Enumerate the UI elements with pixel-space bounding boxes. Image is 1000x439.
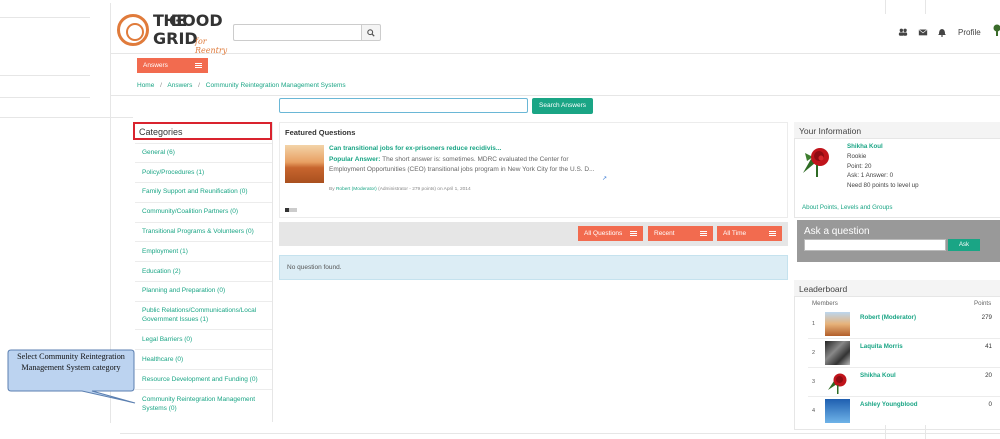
featured-meta: By Robert (Moderator) (Administrator - 2… xyxy=(329,187,471,192)
category-employment[interactable]: Employment (1) xyxy=(142,247,267,256)
all-questions-dropdown[interactable]: All Questions xyxy=(578,226,643,241)
logo-word-grid: GRID xyxy=(153,29,198,48)
callout-text: Select Community Reintegration Managemen… xyxy=(17,352,125,372)
category-general[interactable]: General (6) xyxy=(142,148,267,157)
ask-question-input[interactable] xyxy=(804,239,946,251)
leader-avatar[interactable] xyxy=(825,341,850,365)
list-icon xyxy=(630,231,637,236)
recent-label: Recent xyxy=(654,230,675,237)
leader-avatar[interactable] xyxy=(825,399,850,423)
popular-answer-label: Popular Answer: xyxy=(329,156,381,163)
user-points: Point: 20 xyxy=(847,163,872,170)
recent-dropdown[interactable]: Recent xyxy=(648,226,713,241)
breadcrumb-separator: / xyxy=(160,82,162,89)
share-icon[interactable]: ↗︎ xyxy=(602,175,607,182)
breadcrumb-separator: / xyxy=(198,82,200,89)
breadcrumb: Home / Answers / Community Reintegration… xyxy=(137,82,346,89)
categories-panel: Categories General (6) Policy/Procedures… xyxy=(133,122,273,422)
all-questions-label: All Questions xyxy=(584,230,623,237)
meta-details: (Administrator - 279 points) on April 1,… xyxy=(378,187,471,192)
leader-name-link[interactable]: Laquita Morris xyxy=(860,343,903,350)
category-community-coalition[interactable]: Community/Coalition Partners (0) xyxy=(142,207,267,216)
answers-menu-label: Answers xyxy=(143,62,168,69)
breadcrumb-current[interactable]: Community Reintegration Management Syste… xyxy=(206,82,346,89)
popular-answer: Popular Answer: The short answer is: som… xyxy=(329,155,599,175)
category-planning-preparation[interactable]: Planning and Preparation (0) xyxy=(142,286,267,295)
meta-prefix: By xyxy=(329,187,335,192)
instruction-callout: Select Community Reintegration Managemen… xyxy=(7,349,136,404)
leader-points: 41 xyxy=(985,343,992,350)
logo-word-good: GOOD xyxy=(169,11,223,30)
breadcrumb-home[interactable]: Home xyxy=(137,82,154,89)
logo-mark-icon xyxy=(117,14,149,46)
user-name-link[interactable]: Shikha Koul xyxy=(847,143,883,150)
leader-rank: 1 xyxy=(812,321,816,327)
category-healthcare[interactable]: Healthcare (0) xyxy=(142,355,267,364)
answers-menu-button[interactable]: Answers xyxy=(137,58,208,73)
search-icon xyxy=(367,28,375,37)
category-transitional-programs[interactable]: Transitional Programs & Volunteers (0) xyxy=(142,227,267,236)
search-answers-button[interactable]: Search Answers xyxy=(532,98,593,114)
user-next-level: Need 80 points to level up xyxy=(847,182,919,189)
category-legal-barriers[interactable]: Legal Barriers (0) xyxy=(142,335,267,344)
category-community-reintegration[interactable]: Community Reintegration Management Syste… xyxy=(142,395,267,413)
carousel-pager[interactable] xyxy=(285,208,297,212)
category-resource-development[interactable]: Resource Development and Funding (0) xyxy=(142,375,267,384)
bell-icon[interactable] xyxy=(937,27,947,37)
all-time-label: All Time xyxy=(723,230,747,237)
ask-button[interactable]: Ask xyxy=(948,239,980,251)
members-column-header: Members xyxy=(812,300,838,307)
category-family-support[interactable]: Family Support and Reunification (0) xyxy=(142,187,267,196)
avatar[interactable] xyxy=(992,24,1000,36)
list-icon xyxy=(769,231,776,236)
header-search-input[interactable] xyxy=(233,24,361,41)
user-ask-answer: Ask: 1 Answer: 0 xyxy=(847,172,894,179)
all-time-dropdown[interactable]: All Time xyxy=(717,226,782,241)
featured-heading: Featured Questions xyxy=(285,128,356,137)
list-icon xyxy=(195,63,202,68)
leader-rank: 2 xyxy=(812,350,816,356)
your-information-heading: Your Information xyxy=(794,122,1000,139)
category-policy-procedures[interactable]: Policy/Procedures (1) xyxy=(142,168,267,177)
leaderboard-heading: Leaderboard xyxy=(794,280,1000,297)
header-search-button[interactable] xyxy=(361,24,381,41)
leader-name-link[interactable]: Ashley Youngblood xyxy=(860,401,918,408)
list-icon xyxy=(700,231,707,236)
category-education[interactable]: Education (2) xyxy=(142,267,267,276)
users-icon[interactable] xyxy=(898,27,908,37)
leader-rank: 4 xyxy=(812,408,816,414)
leader-avatar[interactable] xyxy=(825,370,850,394)
leader-name-link[interactable]: Shikha Koul xyxy=(860,372,896,379)
leader-points: 279 xyxy=(981,314,992,321)
envelope-icon[interactable] xyxy=(918,27,928,37)
category-public-relations[interactable]: Public Relations/Communications/Local Go… xyxy=(142,306,267,324)
leader-rank: 3 xyxy=(812,379,816,385)
site-logo[interactable]: THE GOOD GRID for Reentry xyxy=(117,10,227,55)
about-points-link[interactable]: About Points, Levels and Groups xyxy=(802,204,892,211)
leader-points: 0 xyxy=(988,401,992,408)
profile-link[interactable]: Profile xyxy=(958,28,981,37)
user-rank: Rookie xyxy=(847,153,867,160)
points-column-header: Points xyxy=(974,300,992,307)
ask-question-heading: Ask a question xyxy=(804,226,870,237)
featured-thumbnail[interactable] xyxy=(285,145,324,183)
categories-heading: Categories xyxy=(133,122,272,140)
leader-points: 20 xyxy=(985,372,992,379)
meta-author-link[interactable]: Robert (Moderator) xyxy=(336,187,377,192)
logo-tagline: for Reentry xyxy=(195,37,228,55)
breadcrumb-answers[interactable]: Answers xyxy=(167,82,192,89)
question-search-input[interactable] xyxy=(279,98,528,113)
user-avatar xyxy=(803,148,829,177)
empty-state-message: No question found. xyxy=(279,255,788,280)
leader-avatar[interactable] xyxy=(825,312,850,336)
leader-name-link[interactable]: Robert (Moderator) xyxy=(860,314,916,321)
featured-question-link[interactable]: Can transitional jobs for ex-prisoners r… xyxy=(329,145,501,152)
